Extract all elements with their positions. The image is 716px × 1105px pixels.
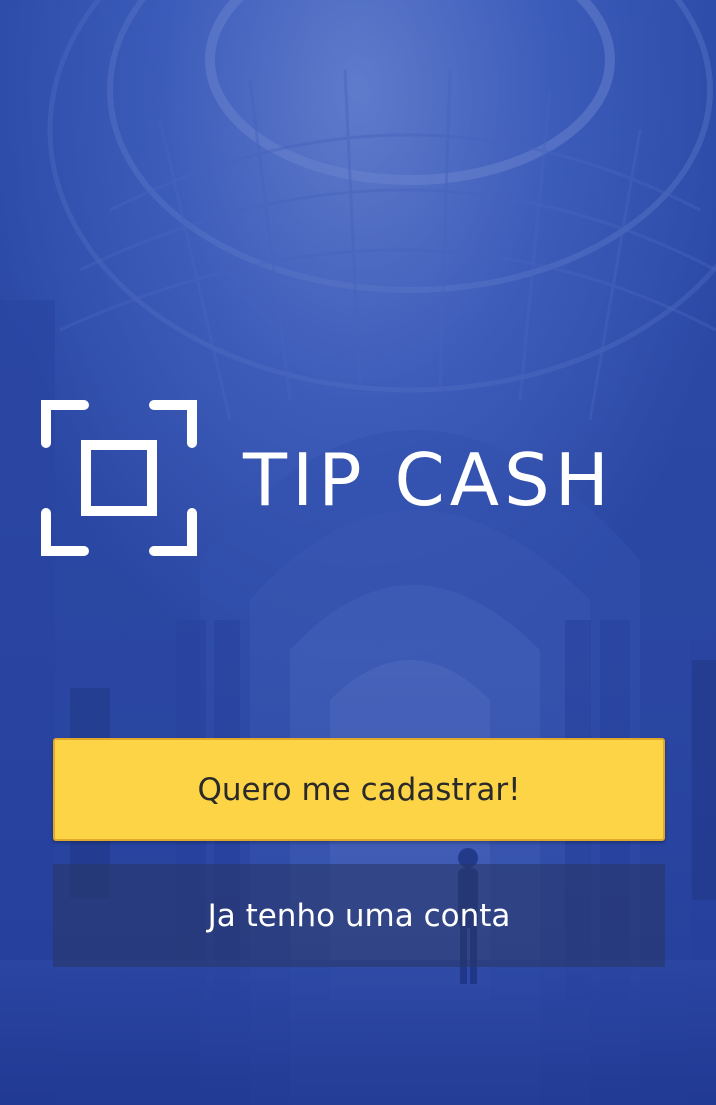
app-title: TIP CASH [243,438,614,522]
login-button-label: Ja tenho uma conta [207,897,511,934]
scan-frame-icon [41,400,197,556]
register-button[interactable]: Quero me cadastrar! [53,738,665,841]
welcome-screen: TIP CASH Quero me cadastrar! Ja tenho um… [0,0,716,1105]
login-button[interactable]: Ja tenho uma conta [53,864,665,967]
register-button-label: Quero me cadastrar! [197,771,521,808]
